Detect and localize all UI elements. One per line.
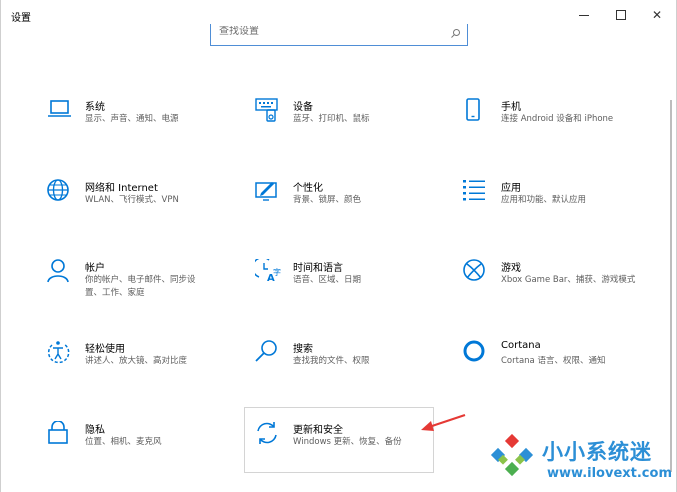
tile-title: 个性化 xyxy=(293,183,323,194)
tile-desc: 显示、声音、通知、电源 xyxy=(85,114,179,124)
search-input[interactable] xyxy=(219,26,434,37)
tile-title: 更新和安全 xyxy=(293,425,343,436)
cortana-icon xyxy=(463,340,485,362)
svg-text:字: 字 xyxy=(273,267,281,277)
maximize-icon xyxy=(616,10,626,20)
ease-of-access-icon xyxy=(47,341,70,364)
watermark: 小小系统迷 www.ilovext.com xyxy=(485,432,675,488)
annotation-arrow-icon xyxy=(421,413,466,431)
tile-title: 网络和 Internet xyxy=(85,183,158,194)
tile-privacy[interactable]: 隐私 位置、相机、麦克风 xyxy=(47,421,237,471)
minimize-button[interactable] xyxy=(565,0,603,30)
xbox-icon xyxy=(463,259,485,281)
tile-desc: 蓝牙、打印机、鼠标 xyxy=(293,114,370,124)
tile-apps[interactable]: 应用 应用和功能、默认应用 xyxy=(463,179,653,229)
time-language-icon: A 字 xyxy=(255,259,281,284)
tile-desc: 应用和功能、默认应用 xyxy=(501,195,587,205)
tile-desc: Xbox Game Bar、捕获、游戏模式 xyxy=(501,275,636,285)
tile-phone[interactable]: 手机 连接 Android 设备和 iPhone xyxy=(463,98,653,148)
tile-system[interactable]: 系统 显示、声音、通知、电源 xyxy=(47,98,237,148)
tile-network[interactable]: 网络和 Internet WLAN、飞行模式、VPN xyxy=(47,179,237,229)
scrollbar[interactable] xyxy=(670,100,672,472)
maximize-button[interactable] xyxy=(602,0,640,30)
minimize-icon xyxy=(579,14,589,16)
apps-list-icon xyxy=(463,180,485,201)
tile-update-security[interactable]: 更新和安全 Windows 更新、恢复、备份 xyxy=(255,421,445,471)
tile-title: 隐私 xyxy=(85,425,105,436)
person-icon xyxy=(47,259,69,283)
tile-desc: 语音、区域、日期 xyxy=(293,275,362,285)
keyboard-icon xyxy=(255,98,278,122)
update-icon xyxy=(257,422,277,444)
laptop-icon xyxy=(48,100,71,117)
tile-desc: Windows 更新、恢复、备份 xyxy=(293,437,402,447)
tile-time-language[interactable]: A 字 时间和语言 语音、区域、日期 xyxy=(255,259,445,309)
close-icon: ✕ xyxy=(651,8,663,22)
tile-desc: 位置、相机、麦克风 xyxy=(85,437,162,447)
tile-title: 手机 xyxy=(501,102,521,113)
tile-gaming[interactable]: 游戏 Xbox Game Bar、捕获、游戏模式 xyxy=(463,259,653,309)
search-magnifier-icon xyxy=(255,340,277,362)
tile-personalization[interactable]: 个性化 背景、锁屏、颜色 xyxy=(255,179,445,229)
search-icon xyxy=(451,29,460,38)
tile-title: Cortana xyxy=(501,340,541,351)
tile-accounts[interactable]: 帐户 你的帐户、电子邮件、同步设 置、工作、家庭 xyxy=(47,259,237,309)
watermark-url: www.ilovext.com xyxy=(547,466,672,481)
lock-icon xyxy=(48,421,68,444)
tile-devices[interactable]: 设备 蓝牙、打印机、鼠标 xyxy=(255,98,445,148)
close-button[interactable]: ✕ xyxy=(638,0,676,30)
search-box[interactable] xyxy=(210,24,468,46)
watermark-logo-icon xyxy=(490,434,534,477)
tile-title: 设备 xyxy=(293,102,313,113)
tile-cortana[interactable]: Cortana Cortana 语言、权限、通知 xyxy=(463,340,653,390)
tile-title: 应用 xyxy=(501,183,521,194)
watermark-name: 小小系统迷 xyxy=(542,440,652,464)
tile-desc: WLAN、飞行模式、VPN xyxy=(85,195,179,205)
tile-search[interactable]: 搜索 查找我的文件、权限 xyxy=(255,340,445,390)
tile-desc: 你的帐户、电子邮件、同步设 置、工作、家庭 xyxy=(85,275,196,298)
personalize-icon xyxy=(255,182,277,201)
settings-window: 设置 ✕ 系统 显示、声音、通知、电源 xyxy=(0,0,677,492)
tile-desc: 背景、锁屏、颜色 xyxy=(293,195,362,205)
window-title: 设置 xyxy=(11,13,31,24)
tile-ease-of-access[interactable]: 轻松使用 讲述人、放大镜、高对比度 xyxy=(47,340,237,390)
tile-title: 帐户 xyxy=(85,263,105,274)
tile-title: 时间和语言 xyxy=(293,263,343,274)
tile-title: 系统 xyxy=(85,102,105,113)
tile-desc: Cortana 语言、权限、通知 xyxy=(501,356,606,366)
phone-icon xyxy=(466,98,480,121)
tile-title: 搜索 xyxy=(293,344,313,355)
tile-title: 游戏 xyxy=(501,263,521,274)
tile-title: 轻松使用 xyxy=(85,344,125,355)
tile-desc: 讲述人、放大镜、高对比度 xyxy=(85,356,188,366)
tile-desc: 查找我的文件、权限 xyxy=(293,356,370,366)
globe-icon xyxy=(47,179,69,201)
tile-desc: 连接 Android 设备和 iPhone xyxy=(501,114,614,124)
